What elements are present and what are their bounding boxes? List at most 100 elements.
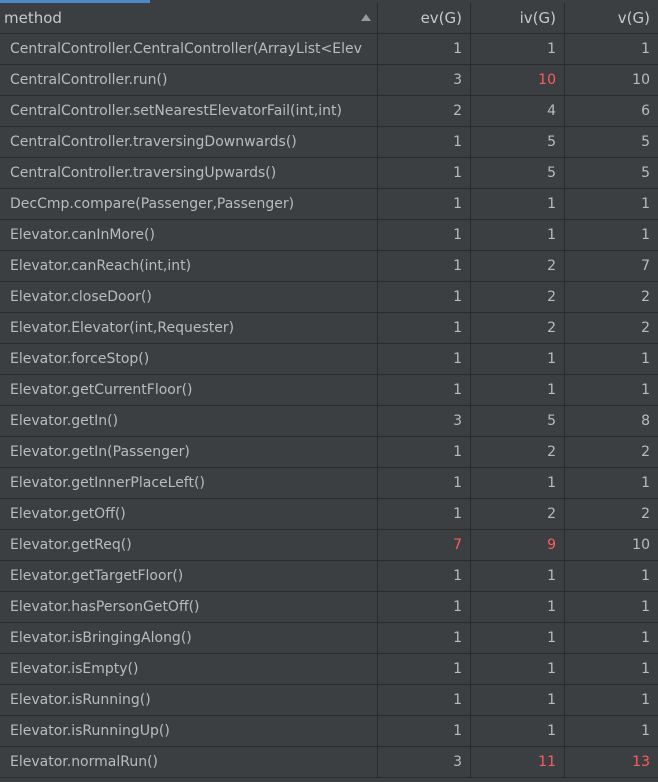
ev-cell: 1	[378, 437, 471, 467]
ev-cell: 1	[378, 127, 471, 157]
method-cell: Elevator.normalRun()	[0, 747, 378, 777]
table-row[interactable]: CentralController.setNearestElevatorFail…	[0, 96, 658, 127]
iv-cell: 1	[471, 189, 565, 219]
method-cell: Elevator.canInMore()	[0, 220, 378, 250]
iv-cell: 10	[471, 65, 565, 95]
method-cell: Elevator.Elevator(int,Requester)	[0, 313, 378, 343]
table-row[interactable]: DecCmp.compare(Passenger,Passenger) 1 1 1	[0, 189, 658, 220]
ev-cell: 7	[378, 530, 471, 560]
iv-cell: 1	[471, 34, 565, 64]
iv-cell: 9	[471, 530, 565, 560]
table-row[interactable]: Elevator.getReq() 7 9 10	[0, 530, 658, 561]
iv-cell: 5	[471, 127, 565, 157]
table-row[interactable]: Elevator.getOff() 1 2 2	[0, 499, 658, 530]
iv-cell: 2	[471, 251, 565, 281]
iv-cell: 1	[471, 344, 565, 374]
ev-cell: 1	[378, 375, 471, 405]
iv-cell: 5	[471, 158, 565, 188]
metrics-table: method ev(G) iv(G) v(G) CentralControlle…	[0, 0, 658, 782]
method-cell: CentralController.CentralController(Arra…	[0, 34, 378, 64]
v-cell: 5	[641, 134, 650, 150]
v-cell: 10	[632, 537, 650, 553]
ev-cell: 1	[378, 313, 471, 343]
table-row[interactable]: Elevator.getInnerPlaceLeft() 1 1 1	[0, 468, 658, 499]
table-row[interactable]: Elevator.forceStop() 1 1 1	[0, 344, 658, 375]
iv-cell: 2	[471, 282, 565, 312]
ev-cell: 1	[378, 685, 471, 715]
iv-cell: 1	[471, 561, 565, 591]
ev-cell: 1	[378, 34, 471, 64]
table-row[interactable]: CentralController.traversingUpwards() 1 5 5	[0, 158, 658, 189]
column-header-ev-label: ev(G)	[420, 9, 462, 27]
method-cell: Elevator.getIn()	[0, 406, 378, 436]
v-cell: 5	[641, 165, 650, 181]
iv-cell: 2	[471, 499, 565, 529]
v-cell: 7	[641, 258, 650, 274]
sort-ascending-icon[interactable]	[361, 14, 371, 21]
column-header-v[interactable]: v(G)	[565, 3, 658, 33]
table-row[interactable]: Elevator.getIn(Passenger) 1 2 2	[0, 437, 658, 468]
method-cell: DecCmp.compare(Passenger,Passenger)	[0, 189, 378, 219]
table-row[interactable]: Elevator.isRunning() 1 1 1	[0, 685, 658, 716]
method-cell: Elevator.hasPersonGetOff()	[0, 592, 378, 622]
method-cell: Elevator.getIn(Passenger)	[0, 437, 378, 467]
method-cell: CentralController.traversingUpwards()	[0, 158, 378, 188]
v-cell: 13	[632, 754, 650, 770]
ev-cell: 1	[378, 592, 471, 622]
method-cell: Elevator.isBringingAlong()	[0, 623, 378, 653]
iv-cell: 1	[471, 220, 565, 250]
table-row[interactable]: Elevator.isRunningUp() 1 1 1	[0, 716, 658, 747]
ev-cell: 1	[378, 282, 471, 312]
method-cell: Elevator.getInnerPlaceLeft()	[0, 468, 378, 498]
method-cell: CentralController.traversingDownwards()	[0, 127, 378, 157]
table-row[interactable]: Elevator.getTargetFloor() 1 1 1	[0, 561, 658, 592]
column-header-iv[interactable]: iv(G)	[471, 3, 565, 33]
ev-cell: 1	[378, 220, 471, 250]
v-cell: 1	[641, 568, 650, 584]
iv-cell: 2	[471, 313, 565, 343]
method-cell: Elevator.isEmpty()	[0, 654, 378, 684]
ev-cell: 1	[378, 654, 471, 684]
ev-cell: 3	[378, 747, 471, 777]
table-row[interactable]: CentralController.run() 3 10 10	[0, 65, 658, 96]
table-row[interactable]: Elevator.isBringingAlong() 1 1 1	[0, 623, 658, 654]
ev-cell: 3	[378, 406, 471, 436]
table-row[interactable]: CentralController.traversingDownwards() 1…	[0, 127, 658, 158]
table-row[interactable]: Elevator.normalRun() 3 11 13	[0, 747, 658, 778]
table-header: method ev(G) iv(G) v(G)	[0, 3, 658, 34]
table-row[interactable]: Elevator.getIn() 3 5 8	[0, 406, 658, 437]
table-row[interactable]: Elevator.canInMore() 1 1 1	[0, 220, 658, 251]
iv-cell: 1	[471, 716, 565, 746]
v-cell: 1	[641, 630, 650, 646]
table-row[interactable]: Elevator.hasPersonGetOff() 1 1 1	[0, 592, 658, 623]
table-row[interactable]: Elevator.getCurrentFloor() 1 1 1	[0, 375, 658, 406]
column-header-iv-label: iv(G)	[519, 9, 556, 27]
iv-cell: 1	[471, 623, 565, 653]
iv-cell: 11	[471, 747, 565, 777]
column-header-ev[interactable]: ev(G)	[378, 3, 471, 33]
v-cell: 1	[641, 41, 650, 57]
iv-cell: 2	[471, 437, 565, 467]
ev-cell: 1	[378, 561, 471, 591]
ev-cell: 1	[378, 716, 471, 746]
v-cell: 2	[641, 444, 650, 460]
table-row[interactable]: Elevator.closeDoor() 1 2 2	[0, 282, 658, 313]
v-cell: 10	[632, 72, 650, 88]
ev-cell: 1	[378, 251, 471, 281]
method-cell: CentralController.setNearestElevatorFail…	[0, 96, 378, 126]
table-row[interactable]: Elevator.isEmpty() 1 1 1	[0, 654, 658, 685]
method-cell: CentralController.run()	[0, 65, 378, 95]
v-cell: 1	[641, 661, 650, 677]
v-cell: 1	[641, 196, 650, 212]
ev-cell: 1	[378, 344, 471, 374]
table-row[interactable]: Elevator.Elevator(int,Requester) 1 2 2	[0, 313, 658, 344]
v-cell: 1	[641, 227, 650, 243]
method-cell: Elevator.isRunningUp()	[0, 716, 378, 746]
ev-cell: 1	[378, 499, 471, 529]
column-header-method[interactable]: method	[0, 3, 378, 33]
ev-cell: 1	[378, 623, 471, 653]
table-row[interactable]: CentralController.CentralController(Arra…	[0, 34, 658, 65]
column-header-v-label: v(G)	[617, 9, 650, 27]
v-cell: 8	[641, 413, 650, 429]
table-row[interactable]: Elevator.canReach(int,int) 1 2 7	[0, 251, 658, 282]
